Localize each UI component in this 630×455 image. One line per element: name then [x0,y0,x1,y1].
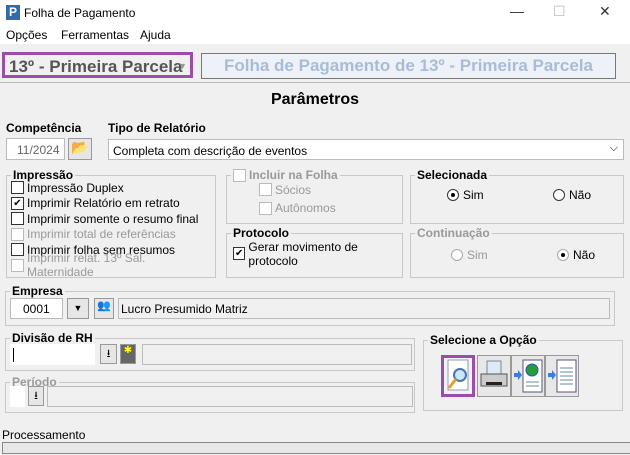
download-arrow-icon[interactable]: ⭳ [28,386,44,406]
divisao-description [142,344,412,365]
socios-label: Sócios [275,182,312,197]
divisao-input[interactable] [10,344,95,365]
impressao-option-label: Imprimir Relatório em retrato [27,196,180,211]
impressao-option-label: Imprimir somente o resumo final [27,211,199,226]
continuacao-group: Continuação Sim Não [410,226,624,278]
menu-ajuda[interactable]: Ajuda [140,28,171,42]
impressao-checkbox[interactable]: Imprimir total de referências [11,227,215,243]
protocolo-label: Protocolo [233,226,289,240]
progress-bar [2,442,630,454]
minimize-button[interactable]: — [510,3,524,19]
printer-icon [480,360,508,387]
continuacao-label: Continuação [417,226,490,240]
sim-label: Sim [463,188,484,202]
payroll-banner: Folha de Pagamento de 13º - Primeira Par… [201,53,616,79]
autonomos-checkbox[interactable]: Autônomos [259,201,402,217]
nao-label: Não [573,248,596,262]
impressao-option-label: Imprimir total de referências [27,227,176,242]
selecionada-nao-radio[interactable]: Não [553,188,591,202]
incluir-label: Incluir na Folha [249,168,338,182]
periodo-description [47,386,413,407]
continuacao-sim-radio[interactable]: Sim [451,248,488,262]
payroll-type-select[interactable]: 13º - Primeira Parcela ▼ [2,52,193,78]
tipo-relatorio-value: Completa com descrição de eventos [113,144,308,158]
window-title: Folha de Pagamento [24,6,136,20]
app-logo-icon: P [6,5,20,20]
empresa-dropdown-button[interactable]: ▼ [67,298,89,319]
incluir-checkbox[interactable] [233,168,246,182]
impressao-checkbox[interactable]: Imprimir somente o resumo final [11,211,215,227]
export-document-icon [548,359,577,393]
processamento-label: Processamento [2,428,86,442]
gerar-protocolo-checkbox[interactable]: ✔ Gerar movimento de protocolo [233,240,402,268]
chevron-down-icon: ▼ [178,61,187,71]
maximize-button[interactable]: ☐ [553,3,566,20]
autonomos-label: Autônomos [275,201,336,216]
selecionada-group: Selecionada Sim Não [410,168,624,224]
periodo-input[interactable] [10,386,25,407]
impressao-group: Impressão Impressão Duplex ✔ Imprimir Rela… [6,168,216,279]
impressao-checkbox[interactable]: Impressão Duplex [11,180,215,196]
checkbox-box [11,243,24,257]
export-document-button[interactable] [545,355,579,397]
chevron-down-icon: ⌵ [609,142,618,154]
magnifier-icon [447,359,469,391]
checkbox-box [11,181,24,195]
folder-open-icon[interactable]: 📂 [68,138,92,160]
close-button[interactable]: ✕ [599,3,611,20]
download-arrow-icon[interactable]: ⭳ [100,344,117,364]
checkbox-box [11,212,24,226]
company-users-icon[interactable]: 👥 [94,298,114,319]
continuacao-nao-radio[interactable]: Não [557,248,595,262]
selecionada-sim-radio[interactable]: Sim [447,188,484,202]
page-title: Parâmetros [270,91,360,108]
opcao-label: Selecione a Opção [430,333,537,347]
empresa-code-input[interactable]: 0001 [10,298,63,319]
sim-label: Sim [467,248,488,262]
competencia-input[interactable]: 11/2024 [6,138,65,160]
nao-label: Não [569,188,592,202]
menu-ferramentas[interactable]: Ferramentas [61,28,129,42]
tipo-relatorio-select[interactable]: Completa com descrição de eventos ⌵ [108,139,624,160]
incluir-group: Incluir na Folha Sócios Autônomos [226,168,403,224]
tipo-relatorio-label: Tipo de Relatório [108,121,206,135]
preview-button[interactable] [441,355,475,397]
menu-opcoes[interactable]: Opções [6,28,47,42]
divider [0,82,630,83]
checkbox-box [11,227,24,241]
impressao-option-label: Impressão Duplex [27,180,124,195]
impressao-checkbox[interactable]: ✔ Imprimir Relatório em retrato [11,196,215,212]
empresa-label: Empresa [12,284,63,298]
competencia-label: Competência [6,121,82,135]
impressao-option-label: Imprimir relat. 13º Sal. Maternidade [26,251,146,280]
selecionada-label: Selecionada [417,168,488,182]
socios-checkbox[interactable]: Sócios [259,182,402,198]
export-web-button[interactable] [511,355,545,397]
search-division-icon[interactable]: ✱ [120,344,136,364]
protocolo-group: Protocolo ✔ Gerar movimento de protocolo [226,226,403,278]
empresa-name: Lucro Presumido Matriz [118,298,610,319]
payroll-type-value: 13º - Primeira Parcela [9,57,183,76]
checkbox-box [11,258,24,272]
impressao-checkbox[interactable]: Imprimir relat. 13º Sal. Maternidade [11,251,215,279]
divisao-label: Divisão de RH [12,331,93,345]
gerar-protocolo-label: Gerar movimento de protocolo [248,239,358,268]
checkbox-box: ✔ [11,196,24,210]
print-button[interactable] [477,355,511,397]
export-web-icon [514,359,543,393]
